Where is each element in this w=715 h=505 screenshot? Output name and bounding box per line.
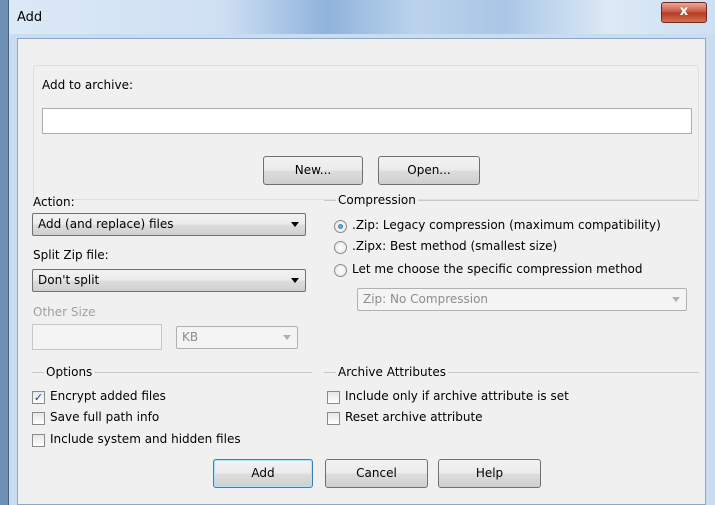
options-section-header: Options — [32, 365, 312, 379]
save-path-checkbox[interactable]: Save full path info — [32, 410, 292, 428]
chevron-down-icon — [291, 222, 299, 227]
checkbox-empty-icon — [327, 412, 340, 425]
other-size-input[interactable] — [32, 324, 162, 350]
chevron-down-icon — [672, 297, 680, 302]
window-title: Add — [17, 10, 43, 25]
compression-method-dropdown[interactable]: Zip: No Compression — [357, 288, 687, 311]
add-button[interactable]: Add — [213, 459, 313, 488]
compression-option-zipx[interactable]: .Zipx: Best method (smallest size) — [334, 239, 704, 257]
compression-option-label: Let me choose the specific compression m… — [352, 262, 643, 276]
dialog-client-area: Add to archive: New... Open... Action: A… — [17, 38, 706, 505]
radio-unselected-icon — [334, 241, 347, 254]
close-icon: x — [679, 4, 689, 19]
check-mark-icon: ✓ — [32, 391, 45, 404]
add-to-archive-group: Add to archive: New... Open... — [33, 65, 699, 200]
reset-attribute-checkbox[interactable]: Reset archive attribute — [327, 410, 687, 428]
close-button[interactable]: x — [661, 2, 707, 23]
help-button[interactable]: Help — [438, 459, 541, 488]
attribute-label: Reset archive attribute — [345, 410, 483, 424]
options-title: Options — [44, 365, 95, 379]
compression-option-zip[interactable]: .Zip: Legacy compression (maximum compat… — [334, 218, 704, 236]
compression-option-label: .Zip: Legacy compression (maximum compat… — [352, 218, 661, 232]
add-to-archive-label: Add to archive: — [42, 78, 133, 92]
add-dialog-window: Add x Add to archive: New... Open... Act… — [8, 0, 715, 505]
checkbox-empty-icon — [32, 412, 45, 425]
chevron-down-icon — [283, 335, 291, 340]
split-selected-value: Don't split — [38, 273, 100, 287]
compression-option-label: .Zipx: Best method (smallest size) — [352, 239, 558, 253]
checkbox-empty-icon — [327, 391, 340, 404]
attributes-title: Archive Attributes — [336, 365, 448, 379]
option-label: Include system and hidden files — [50, 432, 241, 446]
other-size-label: Other Size — [33, 305, 96, 319]
title-bar[interactable]: Add x — [9, 0, 715, 34]
attribute-label: Include only if archive attribute is set — [345, 389, 569, 403]
checkbox-empty-icon — [32, 434, 45, 447]
radio-selected-icon — [334, 220, 347, 233]
compression-option-custom[interactable]: Let me choose the specific compression m… — [334, 262, 704, 280]
open-button[interactable]: Open... — [378, 156, 480, 185]
encrypt-checkbox[interactable]: ✓ Encrypt added files — [32, 389, 292, 407]
include-hidden-checkbox[interactable]: Include system and hidden files — [32, 432, 302, 450]
attributes-section-header: Archive Attributes — [324, 365, 699, 379]
compression-section-header: Compression — [324, 193, 699, 207]
compression-method-value: Zip: No Compression — [363, 292, 489, 306]
new-button[interactable]: New... — [263, 156, 363, 185]
radio-unselected-icon — [334, 264, 347, 277]
compression-title: Compression — [336, 193, 418, 207]
action-selected-value: Add (and replace) files — [38, 217, 174, 231]
size-unit-value: KB — [182, 330, 199, 344]
split-dropdown[interactable]: Don't split — [32, 269, 306, 292]
action-label: Action: — [33, 195, 75, 209]
cancel-button[interactable]: Cancel — [325, 459, 428, 488]
archive-path-input[interactable] — [42, 108, 692, 134]
split-label: Split Zip file: — [33, 248, 109, 262]
size-unit-dropdown[interactable]: KB — [176, 326, 298, 349]
chevron-down-icon — [291, 278, 299, 283]
archive-attribute-checkbox[interactable]: Include only if archive attribute is set — [327, 389, 687, 407]
option-label: Save full path info — [50, 410, 160, 424]
action-dropdown[interactable]: Add (and replace) files — [32, 213, 306, 236]
option-label: Encrypt added files — [50, 389, 166, 403]
